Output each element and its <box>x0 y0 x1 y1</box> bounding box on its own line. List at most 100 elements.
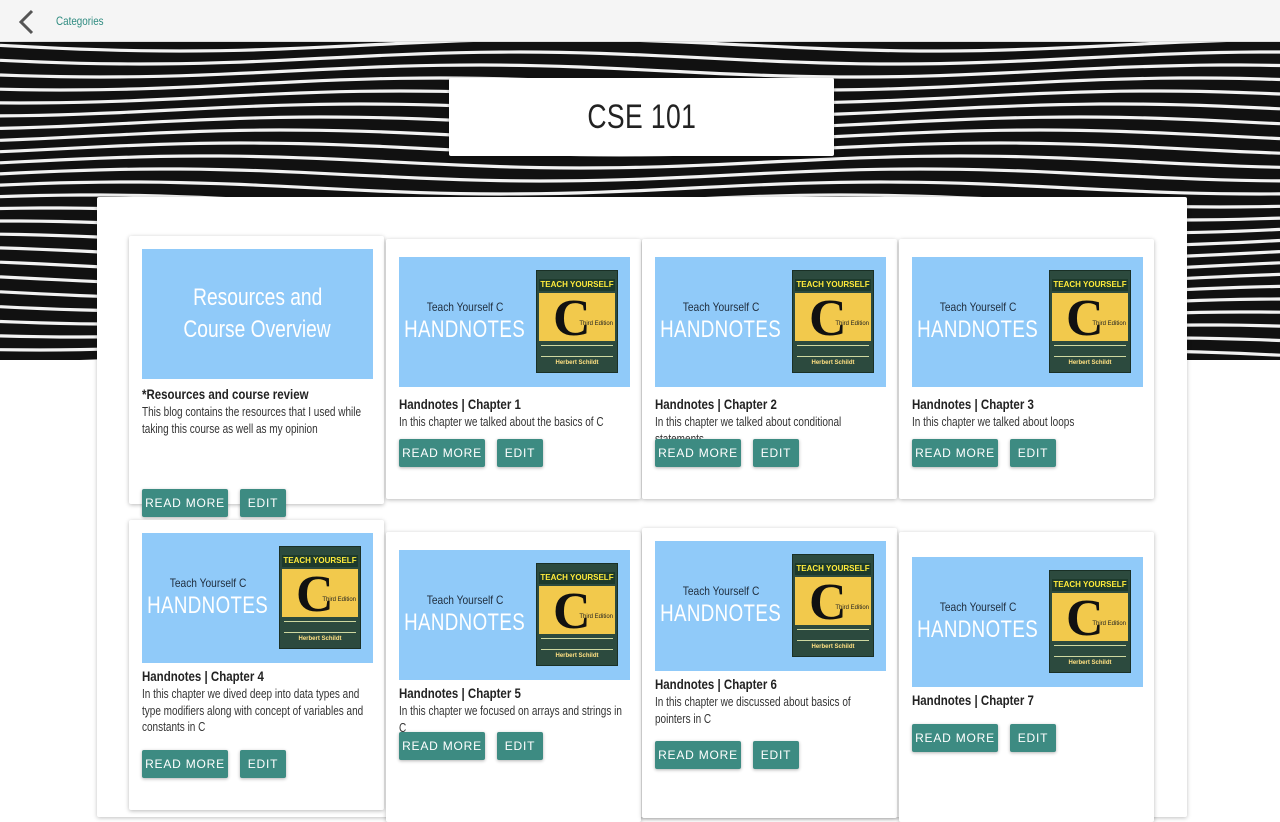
card-thumbnail[interactable]: Teach Yourself C HANDNOTES TEACH YOURSELF C… <box>912 557 1143 687</box>
book-cover-author: Herbert Schildt <box>555 360 599 366</box>
thumb-caption: Teach Yourself C HANDNOTES <box>142 533 274 663</box>
card-thumbnail[interactable]: Teach Yourself C HANDNOTES TEACH YOURSELF C… <box>142 533 373 663</box>
thumb-caption: Teach Yourself C HANDNOTES <box>655 541 787 671</box>
thumb-caption-line: Course Overview <box>183 316 332 343</box>
edit-button[interactable]: EDIT <box>753 439 799 467</box>
read-more-button[interactable]: READ MORE <box>142 750 228 778</box>
page-title-box: CSE 101 <box>449 78 834 156</box>
thumb-caption: Teach Yourself C HANDNOTES <box>912 257 1044 387</box>
thumb-caption-small: Teach Yourself C <box>682 300 760 314</box>
thumb-caption-big: HANDNOTES <box>917 316 1039 343</box>
book-cover-face: C Third Edition <box>1052 593 1128 645</box>
card-thumbnail[interactable]: Teach Yourself C HANDNOTES TEACH YOURSELF C… <box>655 541 886 671</box>
card-title[interactable]: Handnotes | Chapter 5 <box>399 685 521 701</box>
card-title[interactable]: Handnotes | Chapter 4 <box>142 668 264 684</box>
book-cover-letter: C <box>296 566 334 623</box>
book-cover-face: C Third Edition <box>795 293 871 345</box>
read-more-button[interactable]: READ MORE <box>399 732 485 760</box>
book-cover-image: TEACH YOURSELF C Third Edition Herbert Schi… <box>536 563 618 666</box>
card-thumbnail[interactable]: Teach Yourself C HANDNOTES TEACH YOURSELF C… <box>912 257 1143 387</box>
edit-button[interactable]: EDIT <box>1010 439 1056 467</box>
book-cover-edition: Third Edition <box>1092 621 1126 627</box>
back-arrow-icon[interactable] <box>14 8 42 36</box>
book-cover-face: C Third Edition <box>539 586 615 638</box>
book-cover-lines <box>284 621 356 633</box>
card-thumbnail[interactable]: Teach Yourself C HANDNOTES TEACH YOURSELF C… <box>399 550 630 680</box>
book-cover-edition: Third Edition <box>579 321 613 327</box>
book-cover-face: C Third Edition <box>282 569 358 621</box>
book-cover-lines <box>1054 345 1126 357</box>
edit-button[interactable]: EDIT <box>497 732 543 760</box>
book-cover-letter: C <box>809 574 847 631</box>
book-cover-letter: C <box>553 290 591 347</box>
book-cover-author: Herbert Schildt <box>1068 660 1112 666</box>
thumb-caption-small: Teach Yourself C <box>169 576 247 590</box>
thumb-caption-big: HANDNOTES <box>917 616 1039 643</box>
thumb-caption: Teach Yourself C HANDNOTES <box>399 257 531 387</box>
thumb-caption-big: HANDNOTES <box>404 316 526 343</box>
edit-button[interactable]: EDIT <box>240 489 286 517</box>
book-cover-edition: Third Edition <box>835 605 869 611</box>
book-cover-image: TEACH YOURSELF C Third Edition Herbert Schi… <box>1049 270 1131 373</box>
post-card: Teach Yourself C HANDNOTES TEACH YOURSELF C… <box>386 239 641 499</box>
card-title[interactable]: Handnotes | Chapter 2 <box>655 396 777 412</box>
book-cover-author: Herbert Schildt <box>298 636 342 642</box>
read-more-button[interactable]: READ MORE <box>912 439 998 467</box>
card-title[interactable]: Handnotes | Chapter 3 <box>912 396 1034 412</box>
book-cover-letter: C <box>553 583 591 640</box>
book-cover-author: Herbert Schildt <box>811 644 855 650</box>
card-description: In this chapter we talked about loops <box>912 415 1075 429</box>
book-cover-edition: Third Edition <box>835 321 869 327</box>
book-cover-face: C Third Edition <box>539 293 615 345</box>
card-description: In this chapter we discussed about basic… <box>655 695 851 726</box>
read-more-button[interactable]: READ MORE <box>912 724 998 752</box>
book-cover-letter: C <box>1066 290 1104 347</box>
book-cover-lines <box>797 629 869 641</box>
breadcrumb-categories[interactable]: Categories <box>56 14 104 28</box>
edit-button[interactable]: EDIT <box>240 750 286 778</box>
read-more-button[interactable]: READ MORE <box>142 489 228 517</box>
card-title[interactable]: Handnotes | Chapter 6 <box>655 676 777 692</box>
book-cover-author: Herbert Schildt <box>555 653 599 659</box>
card-description: In this chapter we dived deep into data … <box>142 687 364 734</box>
card-title[interactable]: Handnotes | Chapter 7 <box>912 692 1034 708</box>
edit-button[interactable]: EDIT <box>1010 724 1056 752</box>
thumb-caption-small: Teach Yourself C <box>426 300 504 314</box>
post-card: Resources and Course Overview *Resources a… <box>129 236 384 517</box>
thumb-caption-big: HANDNOTES <box>660 316 782 343</box>
book-cover-face: C Third Edition <box>1052 293 1128 345</box>
book-cover-letter: C <box>809 290 847 347</box>
book-cover-face: C Third Edition <box>795 577 871 629</box>
book-cover-image: TEACH YOURSELF C Third Edition Herbert Schi… <box>792 554 874 657</box>
card-thumbnail[interactable]: Teach Yourself C HANDNOTES TEACH YOURSELF C… <box>399 257 630 387</box>
card-title[interactable]: *Resources and course review <box>142 386 309 402</box>
book-cover-edition: Third Edition <box>322 597 356 603</box>
post-card: Teach Yourself C HANDNOTES TEACH YOURSELF C… <box>899 239 1154 499</box>
post-card: Teach Yourself C HANDNOTES TEACH YOURSELF C… <box>386 532 641 822</box>
page-title: CSE 101 <box>587 97 696 136</box>
read-more-button[interactable]: READ MORE <box>655 439 741 467</box>
thumb-caption-small: Teach Yourself C <box>682 584 760 598</box>
thumb-caption-big: HANDNOTES <box>660 600 782 627</box>
thumb-caption-small: Teach Yourself C <box>939 300 1017 314</box>
book-cover-author: Herbert Schildt <box>811 360 855 366</box>
card-thumbnail[interactable]: Teach Yourself C HANDNOTES TEACH YOURSELF C… <box>655 257 886 387</box>
read-more-button[interactable]: READ MORE <box>655 741 741 769</box>
post-card: Teach Yourself C HANDNOTES TEACH YOURSELF C… <box>899 532 1154 822</box>
thumb-caption-big: HANDNOTES <box>404 609 526 636</box>
book-cover-lines <box>541 638 613 650</box>
book-cover-lines <box>1054 645 1126 657</box>
book-cover-lines <box>541 345 613 357</box>
card-description: This blog contains the resources that I … <box>142 405 362 436</box>
book-cover-edition: Third Edition <box>1092 321 1126 327</box>
card-title[interactable]: Handnotes | Chapter 1 <box>399 396 521 412</box>
thumb-caption-small: Teach Yourself C <box>426 593 504 607</box>
edit-button[interactable]: EDIT <box>497 439 543 467</box>
thumb-caption-big: HANDNOTES <box>147 592 269 619</box>
edit-button[interactable]: EDIT <box>753 741 799 769</box>
post-card: Teach Yourself C HANDNOTES TEACH YOURSELF C… <box>129 520 384 810</box>
read-more-button[interactable]: READ MORE <box>399 439 485 467</box>
book-cover-lines <box>797 345 869 357</box>
card-thumbnail[interactable]: Resources and Course Overview <box>142 249 373 379</box>
thumb-caption: Teach Yourself C HANDNOTES <box>655 257 787 387</box>
